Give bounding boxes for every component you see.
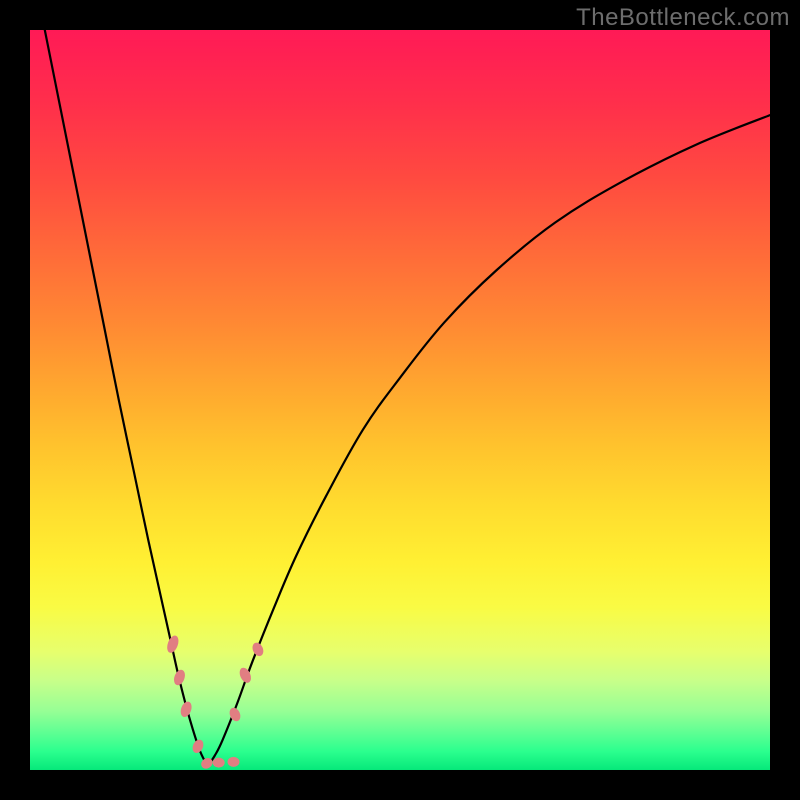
attribution-label: TheBottleneck.com xyxy=(576,4,790,32)
marker-point xyxy=(213,758,225,768)
chart-frame: TheBottleneck.com xyxy=(0,0,800,800)
marker-point xyxy=(228,757,240,767)
plot-area xyxy=(30,30,770,770)
marker-point xyxy=(250,641,265,658)
marker-group xyxy=(165,634,265,770)
marker-point xyxy=(172,668,187,686)
marker-point xyxy=(190,738,205,755)
marker-point xyxy=(179,700,194,718)
curve-left-arm xyxy=(45,30,208,766)
curve-right-arm xyxy=(208,115,770,766)
marker-point xyxy=(165,634,181,654)
curve-layer xyxy=(30,30,770,770)
